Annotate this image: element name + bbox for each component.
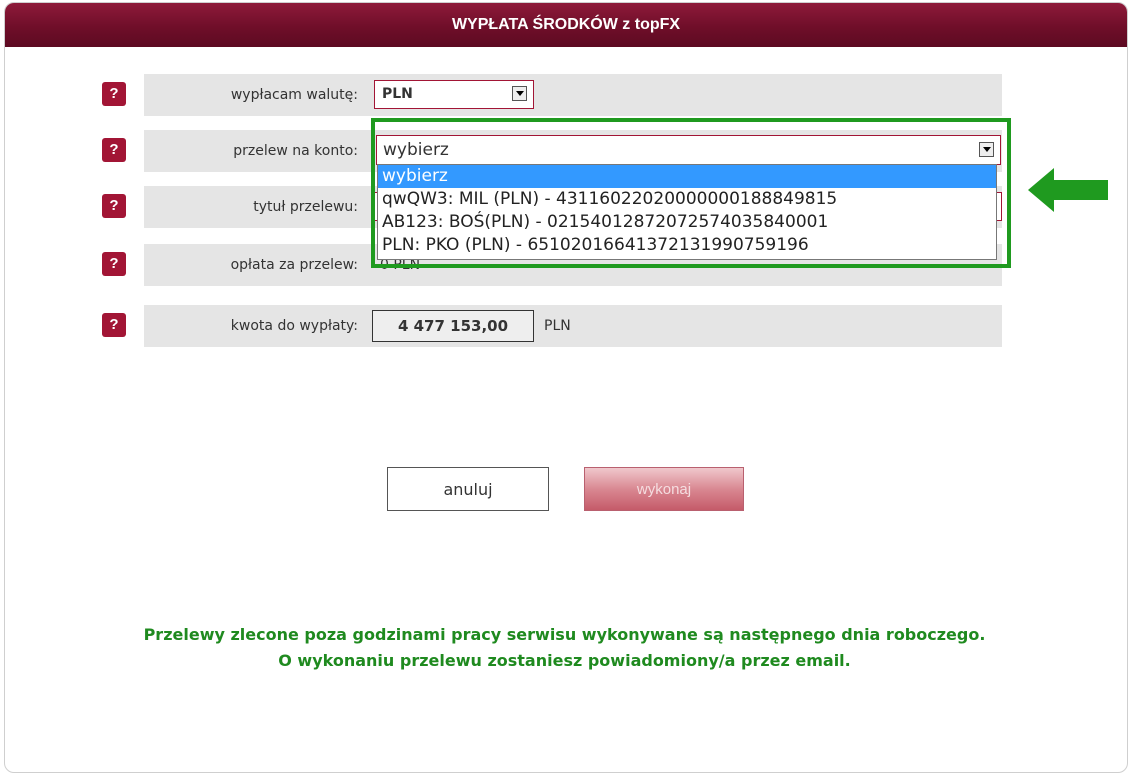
transfer-title-label: tytuł przelewu:	[253, 199, 358, 215]
currency-label: wypłacam walutę:	[230, 87, 358, 103]
help-button[interactable]: ?	[102, 138, 126, 162]
account-label: przelew na konto:	[233, 143, 358, 159]
notice-line-2: O wykonaniu przelewu zostaniesz powiadom…	[278, 651, 851, 670]
currency-select[interactable]: PLN	[374, 80, 534, 109]
row-amount: ? kwota do wypłaty: 4 477 153,00 PLN	[0, 305, 1129, 347]
help-button[interactable]: ?	[102, 82, 126, 106]
help-button[interactable]: ?	[102, 252, 126, 276]
account-dropdown-list[interactable]: wybierz qwQW3: MIL (PLN) - 4311602202000…	[377, 164, 997, 260]
row-currency: ? wypłacam walutę: PLN	[0, 74, 1129, 116]
dropdown-option[interactable]: wybierz	[378, 165, 996, 188]
notice-text: Przelewy zlecone poza godzinami pracy se…	[0, 622, 1129, 674]
cancel-button[interactable]: anuluj	[387, 467, 549, 511]
notice-line-1: Przelewy zlecone poza godzinami pracy se…	[143, 625, 986, 644]
arrow-left-icon	[1028, 168, 1108, 212]
execute-button[interactable]: wykonaj	[584, 467, 744, 511]
chevron-down-icon[interactable]	[512, 86, 527, 101]
panel-title: WYPŁATA ŚRODKÓW z topFX	[5, 3, 1127, 47]
currency-value: PLN	[382, 86, 413, 102]
fee-label: opłata za przelew:	[230, 257, 358, 273]
amount-label: kwota do wypłaty:	[230, 318, 358, 334]
chevron-down-icon[interactable]	[979, 142, 994, 157]
amount-currency: PLN	[544, 318, 571, 334]
help-button[interactable]: ?	[102, 194, 126, 218]
help-button[interactable]: ?	[102, 313, 126, 337]
dropdown-option[interactable]: AB123: BOŚ(PLN) - 0215401287207257403584…	[378, 211, 996, 234]
amount-value: 4 477 153,00	[372, 310, 534, 342]
account-select[interactable]: wybierz	[376, 135, 1001, 165]
dropdown-option[interactable]: qwQW3: MIL (PLN) - 431160220200000001888…	[378, 188, 996, 211]
dropdown-option[interactable]: PLN: PKO (PLN) - 65102016641372131990759…	[378, 234, 996, 257]
account-value: wybierz	[383, 140, 449, 160]
